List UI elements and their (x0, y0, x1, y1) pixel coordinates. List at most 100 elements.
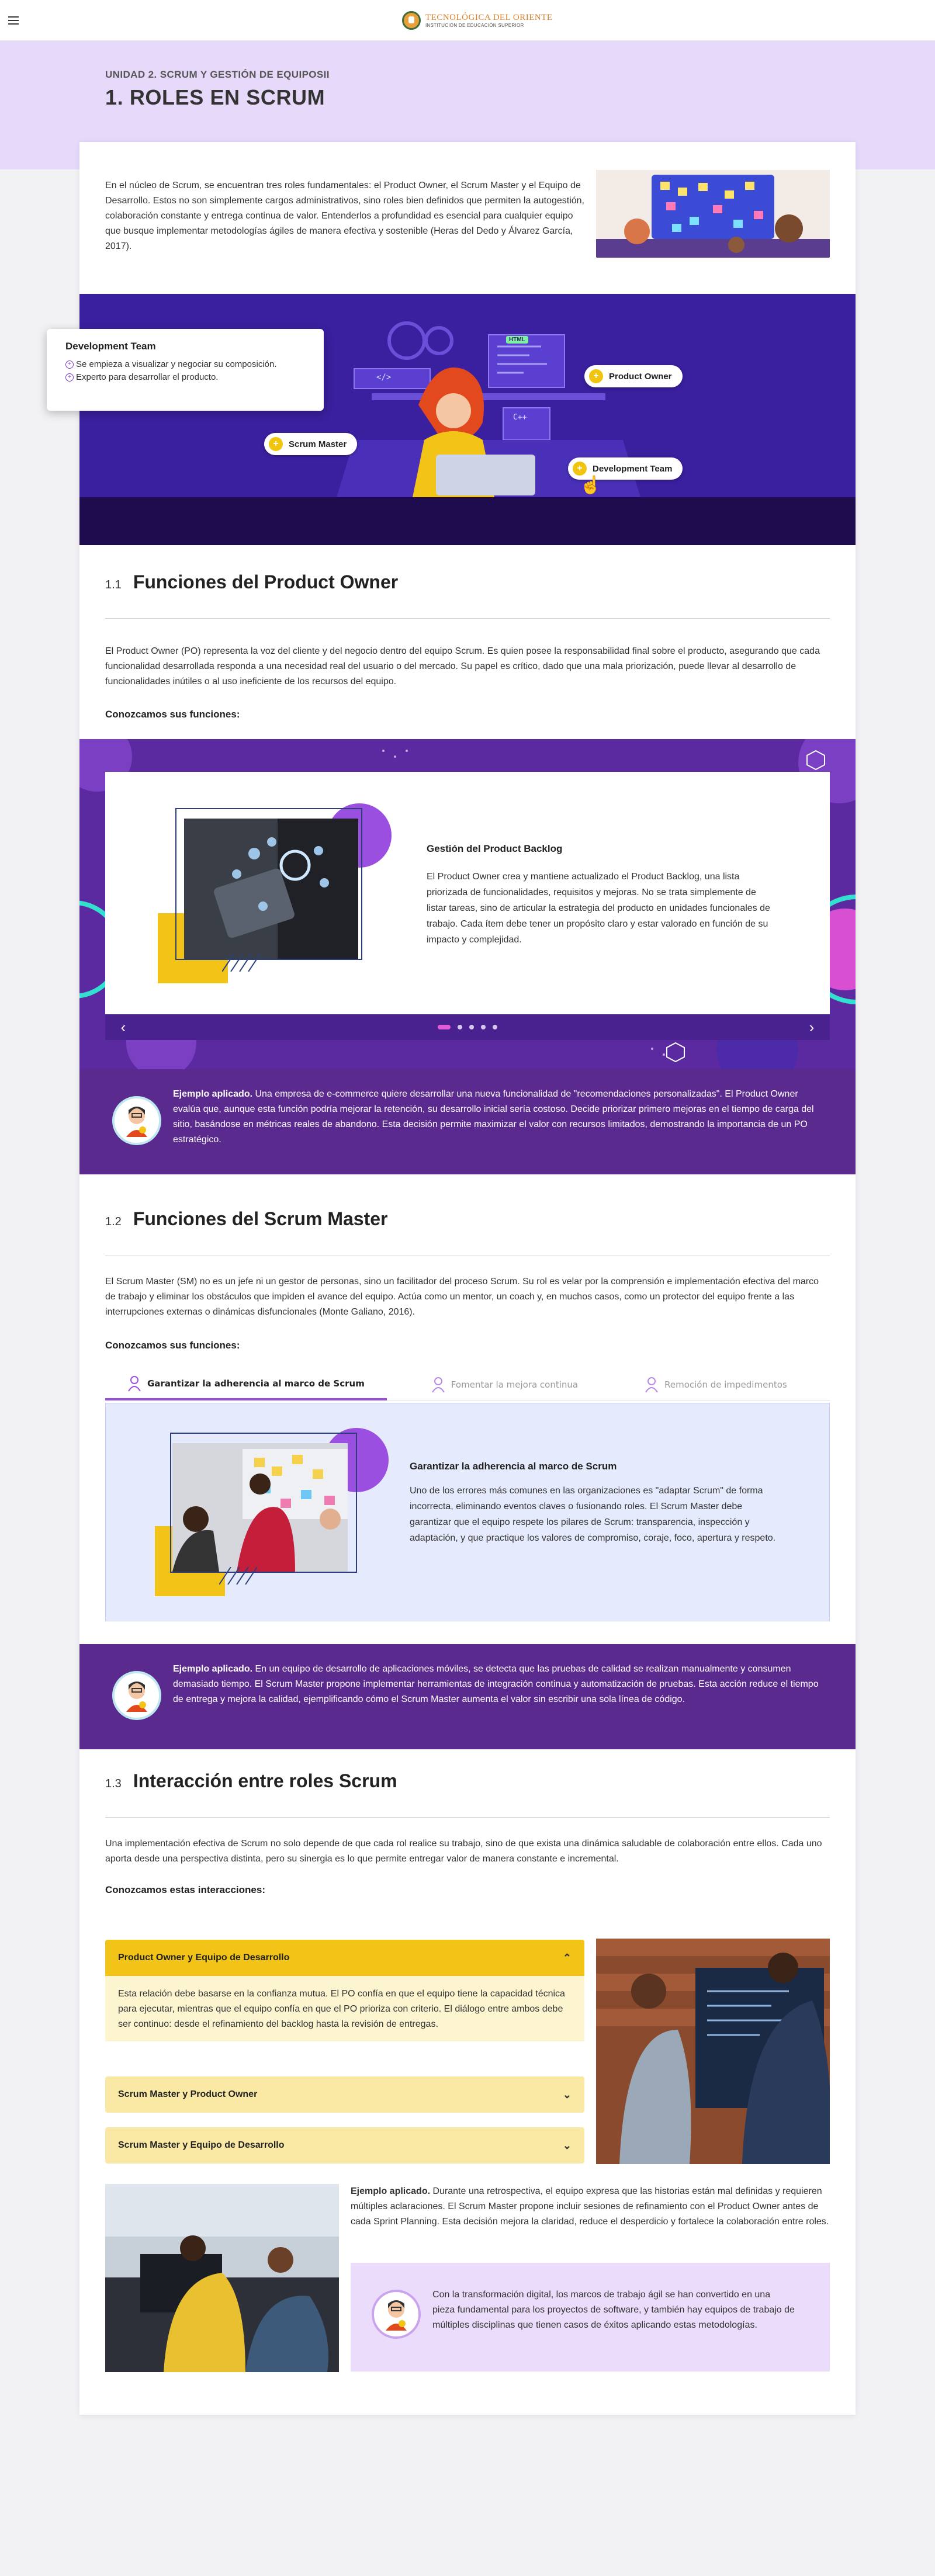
section-divider (105, 1817, 830, 1818)
carousel-dot[interactable] (493, 1025, 497, 1029)
tablet-hand-photo (184, 819, 358, 959)
scrum-master-tag[interactable]: + Scrum Master (264, 433, 358, 455)
logo-subtitle: INSTITUCIÓN DE EDUCACIÓN SUPERIOR (425, 23, 524, 28)
logo-mark-icon (402, 11, 421, 30)
accordion-title: Scrum Master y Equipo de Desarrollo (118, 2140, 285, 2150)
logo[interactable]: TECNOLÓGICA DEL ORIENTE INSTITUCIÓN DE E… (402, 7, 553, 34)
section-title: Funciones del Scrum Master (133, 1208, 388, 1229)
carousel-dot[interactable] (481, 1025, 486, 1029)
accordion-title: Product Owner y Equipo de Desarrollo (118, 1953, 290, 1963)
tab-label: Garantizar la adherencia al marco de Scr… (147, 1378, 365, 1389)
example-text-3: Ejemplo aplicado. Durante una retrospect… (351, 2186, 829, 2227)
accordion-title: Scrum Master y Product Owner (118, 2089, 258, 2099)
person-icon (372, 2290, 421, 2339)
development-team-popup: Development Team + Se empieza a visualiza… (47, 329, 324, 411)
scrum-master-tag-label: Scrum Master (289, 439, 347, 449)
note-box: Con la transformación digital, los marco… (351, 2263, 830, 2372)
section-heading-1-2: 1.2 Funciones del Scrum Master (105, 1208, 387, 1230)
person-icon (112, 1096, 161, 1145)
product-owner-carousel: Gestión del Product Backlog El Product O… (79, 739, 856, 1069)
slide-photo (158, 803, 392, 983)
carousel-dot[interactable] (458, 1025, 462, 1029)
product-owner-tag[interactable]: + Product Owner (584, 365, 683, 387)
section-heading-1-1: 1.1 Funciones del Product Owner (105, 571, 398, 593)
chevron-down-icon: ⌄ (562, 2088, 572, 2100)
tab-panel: Garantizar la adherencia al marco de Scr… (105, 1403, 830, 1621)
carousel-nav: ‹ › (105, 1014, 830, 1040)
tab-mejora-continua[interactable]: Fomentar la mejora continua (409, 1369, 600, 1400)
arrow-right-icon[interactable]: › (804, 1018, 819, 1036)
section-title: Interacción entre roles Scrum (133, 1770, 397, 1791)
section-1-3-text: Una implementación efectiva de Scrum no … (105, 1839, 822, 1864)
person-icon (431, 1377, 445, 1393)
plus-icon: + (269, 437, 283, 451)
example-text: Ejemplo aplicado. En un equipo de desarr… (173, 1664, 819, 1704)
html-tag-label: HTML (506, 336, 528, 344)
section-1-1-subhead: Conozcamos sus funciones: (105, 709, 240, 720)
person-icon (645, 1377, 658, 1393)
carousel-dot[interactable] (438, 1025, 451, 1029)
intro-text: En el núcleo de Scrum, se encuentran tre… (105, 181, 584, 251)
chevron-down-icon: ⌄ (562, 2139, 572, 2151)
chevron-up-icon: ⌃ (562, 1951, 572, 1964)
cpp-tag-label: C++ (513, 413, 527, 422)
person-icon (112, 1671, 161, 1720)
carousel-dots (438, 1025, 497, 1029)
tab-label: Remoción de impedimentos (664, 1379, 787, 1390)
panel-title: Garantizar la adherencia al marco de Scr… (410, 1461, 617, 1472)
hand-pointer-icon: ☝ (580, 476, 602, 495)
panel-text: Uno de los errores más comunes en las or… (410, 1486, 776, 1543)
product-owner-tag-label: Product Owner (609, 371, 672, 382)
slide-title: Gestión del Product Backlog (427, 843, 563, 854)
example-text: Ejemplo aplicado. Una empresa de e-comme… (173, 1089, 814, 1145)
section-1-3-subhead: Conozcamos estas interacciones: (105, 1884, 265, 1895)
accordion-item-sm-dev[interactable]: Scrum Master y Equipo de Desarrollo ⌄ (105, 2127, 584, 2164)
unit-label: UNIDAD 2. SCRUM Y GESTIÓN DE EQUIPOSII (105, 69, 330, 80)
carousel-slide: Gestión del Product Backlog El Product O… (105, 772, 830, 1014)
section-title: Funciones del Product Owner (133, 571, 399, 592)
developers-working-photo (105, 2184, 339, 2372)
kanban-board-illustration (596, 170, 830, 258)
info-icon: + (65, 360, 74, 369)
section-number: 1.1 (105, 578, 122, 591)
logo-name: TECNOLÓGICA DEL ORIENTE (425, 13, 553, 22)
panel-photo (155, 1428, 389, 1596)
person-icon (128, 1376, 141, 1392)
tab-adherencia[interactable]: Garantizar la adherencia al marco de Scr… (105, 1369, 387, 1400)
section-1-2-subhead: Conozcamos sus funciones: (105, 1340, 240, 1351)
slide-text: El Product Owner crea y mantiene actuali… (427, 872, 770, 945)
team-meeting-photo (172, 1443, 348, 1572)
menu-icon[interactable] (8, 16, 19, 25)
section-number: 1.2 (105, 1215, 122, 1228)
section-heading-1-3: 1.3 Interacción entre roles Scrum (105, 1770, 397, 1792)
content-card: En el núcleo de Scrum, se encuentran tre… (47, 142, 856, 2415)
popup-item: + Se empieza a visualizar y negociar su c… (65, 358, 305, 371)
arrow-left-icon[interactable]: ‹ (116, 1018, 131, 1036)
section-divider (105, 618, 830, 619)
development-team-tag-label: Development Team (593, 463, 673, 474)
plus-icon: + (573, 462, 587, 476)
carousel-dot[interactable] (469, 1025, 474, 1029)
accordion-item-sm-po[interactable]: Scrum Master y Product Owner ⌄ (105, 2076, 584, 2113)
example-callout-1: Ejemplo aplicado. Una empresa de e-comme… (79, 1069, 856, 1174)
popup-title: Development Team (65, 341, 156, 352)
section-1-2-text: El Scrum Master (SM) no es un jefe ni un… (105, 1277, 819, 1317)
tab-remocion-impedimentos[interactable]: Remoción de impedimentos (622, 1369, 809, 1400)
section-number: 1.3 (105, 1777, 122, 1790)
section-1-1-text: El Product Owner (PO) representa la voz … (105, 646, 820, 687)
plus-icon: + (589, 369, 603, 383)
code-tag-label: </> (376, 373, 392, 382)
accordion-item-po-dev: Product Owner y Equipo de Desarrollo ⌃ E… (105, 1940, 584, 2041)
tab-label: Fomentar la mejora continua (451, 1379, 579, 1390)
accordion-body: Esta relación debe basarse en la confian… (105, 1976, 584, 2041)
scrum-master-tabs: Garantizar la adherencia al marco de Scr… (105, 1369, 830, 1400)
hero-floor (79, 497, 856, 545)
accordion-header[interactable]: Product Owner y Equipo de Desarrollo ⌃ (105, 1940, 584, 1976)
page-title: 1. ROLES EN SCRUM (105, 85, 325, 109)
example-callout-2: Ejemplo aplicado. En un equipo de desarr… (79, 1644, 856, 1749)
note-text: Con la transformación digital, los marco… (432, 2290, 795, 2330)
top-bar: TECNOLÓGICA DEL ORIENTE INSTITUCIÓN DE E… (0, 0, 935, 41)
team-whiteboard-photo (596, 1939, 830, 2164)
popup-item: + Experto para desarrollar el producto. (65, 371, 305, 384)
info-icon: + (65, 373, 74, 382)
